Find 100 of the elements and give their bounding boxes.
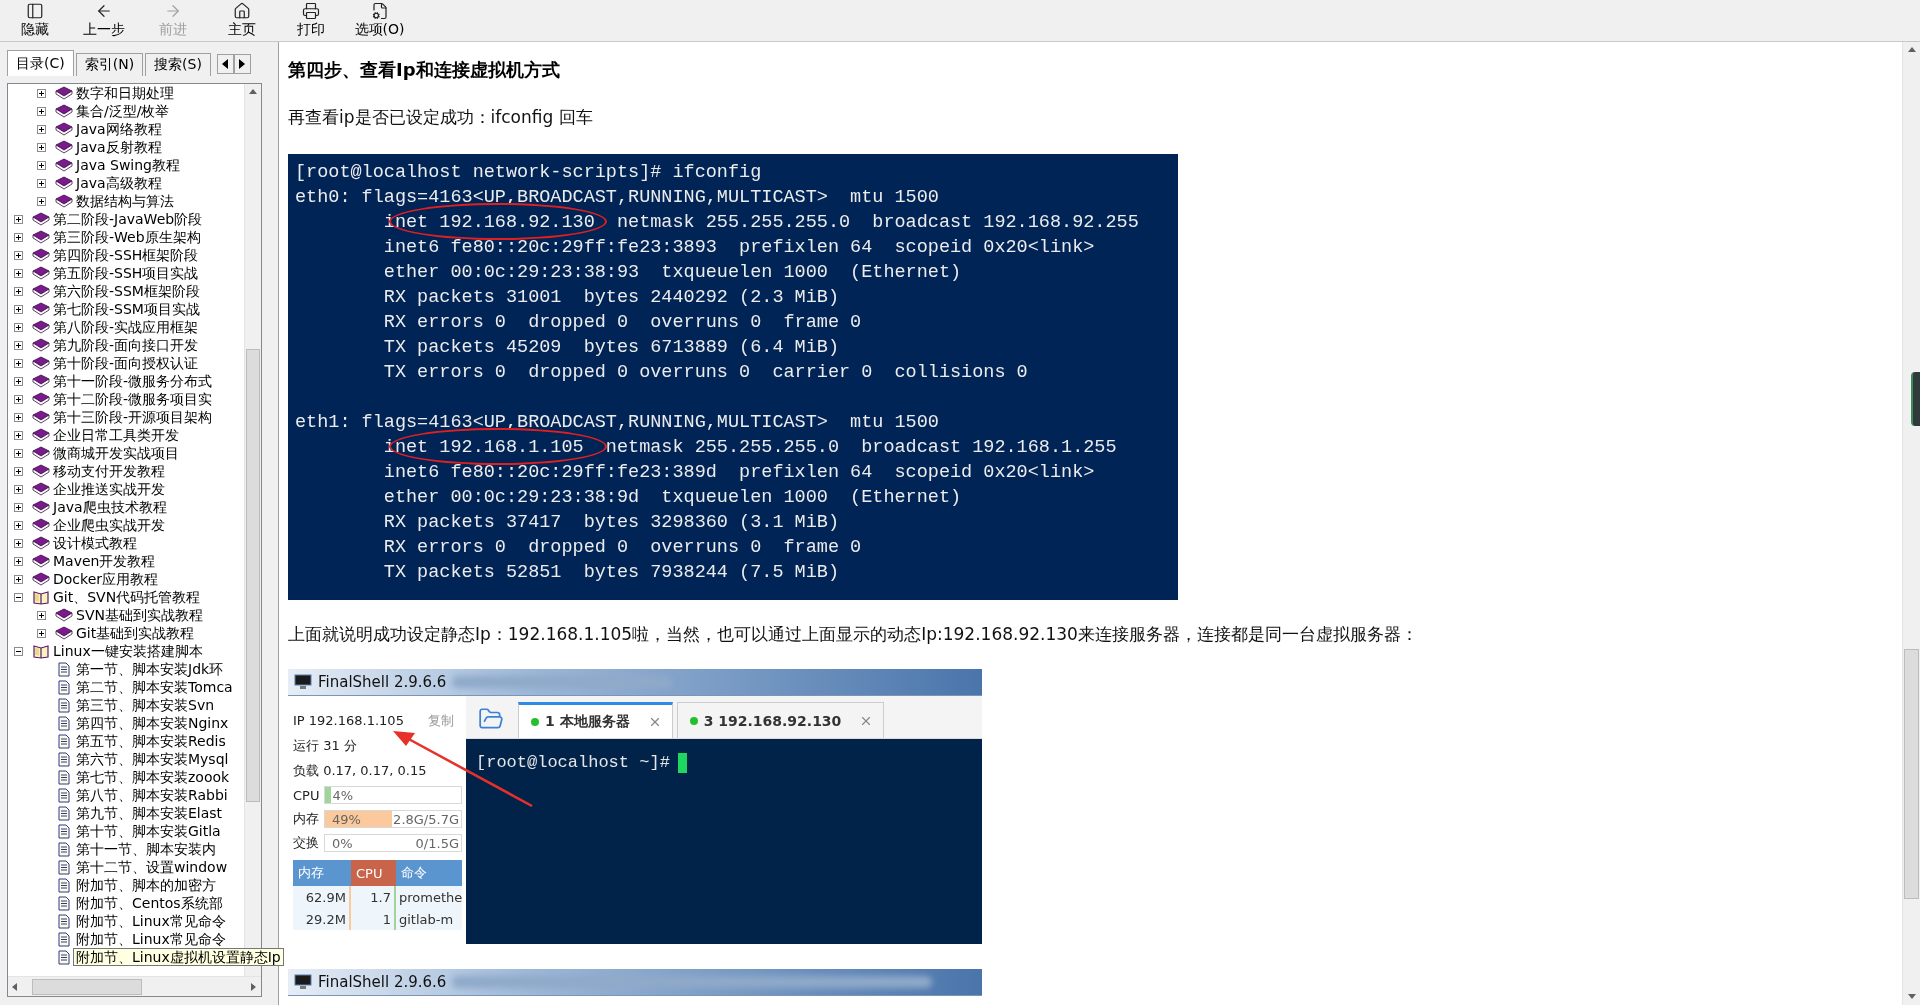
tree-item[interactable]: 数据结构与算法 (76, 193, 174, 209)
tree-item[interactable]: 第二阶段-JavaWeb阶段 (53, 211, 203, 227)
expand-icon[interactable] (37, 610, 46, 620)
tree-item[interactable]: Java反射教程 (76, 139, 162, 155)
tree-item[interactable]: Linux一键安装搭建脚本 (53, 643, 203, 659)
tree-item[interactable]: 第十节、脚本安装Gitla (76, 823, 221, 839)
tree-item[interactable]: 企业推送实战开发 (53, 481, 165, 497)
expand-icon[interactable] (14, 304, 23, 314)
tree-item[interactable]: 第十一阶段-微服务分布式 (53, 373, 213, 389)
expand-icon[interactable] (14, 556, 23, 566)
expand-icon[interactable] (14, 322, 23, 332)
tree-item[interactable]: 第二节、脚本安装Tomca (76, 679, 233, 695)
expand-icon[interactable] (37, 178, 46, 188)
expand-icon[interactable] (14, 430, 23, 440)
tree-item[interactable]: 附加节、Linux常见命令 (76, 913, 226, 929)
tree-item[interactable]: 第四节、脚本安装Nginx (76, 715, 229, 731)
nav-tab[interactable]: 索引(N) (75, 53, 144, 76)
expand-icon[interactable] (14, 268, 23, 278)
tree-item[interactable]: Git基础到实战教程 (76, 625, 195, 641)
toolbar-button[interactable]: 上一步 (69, 0, 138, 41)
tree-item[interactable]: Maven开发教程 (53, 553, 156, 569)
tree-item[interactable]: 数字和日期处理 (76, 85, 174, 101)
tree-item[interactable]: 第十三阶段-开源项目架构 (53, 409, 213, 425)
scrollbar-thumb[interactable] (32, 978, 142, 995)
tree-item[interactable]: 第九节、脚本安装Elast (76, 805, 223, 821)
tree-item[interactable]: Docker应用教程 (53, 571, 159, 587)
nav-tab[interactable]: 目录(C) (7, 50, 74, 76)
expand-icon[interactable] (14, 394, 23, 404)
toolbar-button[interactable]: 打印 (276, 0, 345, 41)
scrollbar-thumb[interactable] (1904, 649, 1919, 899)
expand-icon[interactable] (14, 574, 23, 584)
folder-icon[interactable] (478, 706, 504, 732)
scrollbar-thumb[interactable] (246, 349, 260, 802)
tree-item[interactable]: 移动支付开发教程 (53, 463, 165, 479)
expand-icon[interactable] (14, 250, 23, 260)
expand-icon[interactable] (14, 484, 23, 494)
book-icon (32, 410, 50, 424)
tree-item[interactable]: 第八节、脚本安装Rabbi (76, 787, 228, 803)
expand-icon[interactable] (14, 466, 23, 476)
tree-item[interactable]: 第七节、脚本安装zoook (76, 769, 230, 785)
tree-item[interactable]: 第十二节、设置window (76, 859, 228, 875)
expand-icon[interactable] (37, 142, 46, 152)
expand-icon[interactable] (37, 628, 46, 638)
tree-item[interactable]: 第一节、脚本安装Jdk环 (76, 661, 224, 677)
tree-item[interactable]: 第九阶段-面向接口开发 (53, 337, 199, 353)
expand-icon[interactable] (37, 124, 46, 134)
expand-icon[interactable] (37, 88, 46, 98)
tree-item[interactable]: 设计模式教程 (53, 535, 137, 551)
tree-item[interactable]: 第八阶段-实战应用框架 (53, 319, 199, 335)
session-tab[interactable]: 3 192.168.92.130 (676, 702, 885, 738)
expand-icon[interactable] (37, 160, 46, 170)
tree-item[interactable]: 第五节、脚本安装Redis (76, 733, 226, 749)
tree-item[interactable]: 微商城开发实战项目 (53, 445, 179, 461)
expand-icon[interactable] (14, 358, 23, 368)
collapse-icon[interactable] (14, 646, 23, 656)
vertical-scrollbar[interactable] (1902, 42, 1920, 1005)
tree-item[interactable]: 第三节、脚本安装Svn (76, 697, 215, 713)
tree-item[interactable]: 第十一节、脚本安装内 (76, 841, 216, 857)
tree-item[interactable]: Java高级教程 (76, 175, 162, 191)
toolbar-button[interactable]: 隐藏 (0, 0, 69, 41)
tree-item[interactable]: 第十二阶段-微服务项目实 (53, 391, 213, 407)
tree-item[interactable]: 企业爬虫实战开发 (53, 517, 165, 533)
expand-icon[interactable] (14, 214, 23, 224)
tree-item[interactable]: Java爬虫技术教程 (53, 499, 167, 515)
expand-icon[interactable] (14, 232, 23, 242)
expand-icon[interactable] (37, 106, 46, 116)
tree-item[interactable]: 第六阶段-SSM框架阶段 (53, 283, 200, 299)
tree-item[interactable]: 第六节、脚本安装Mysql (76, 751, 229, 767)
column-header[interactable]: CPU (351, 860, 396, 886)
expand-icon[interactable] (14, 502, 23, 512)
tree-item[interactable]: SVN基础到实战教程 (76, 607, 203, 623)
nav-tab[interactable]: 搜索(S) (145, 53, 211, 76)
tree-item[interactable]: 附加节、脚本的加密方 (76, 877, 216, 893)
expand-icon[interactable] (14, 448, 23, 458)
tree-item[interactable]: Java网络教程 (76, 121, 162, 137)
expand-icon[interactable] (14, 520, 23, 530)
expand-icon[interactable] (14, 376, 23, 386)
expand-icon[interactable] (14, 412, 23, 422)
tree-item[interactable]: 第七阶段-SSM项目实战 (53, 301, 200, 317)
tree-item[interactable]: 附加节、Linux常见命令 (76, 931, 226, 947)
tab-scroll-left-button[interactable] (216, 54, 234, 74)
tree-item[interactable]: 第三阶段-Web原生架构 (53, 229, 201, 245)
expand-icon[interactable] (37, 196, 46, 206)
side-handle[interactable] (1911, 372, 1920, 426)
collapse-icon[interactable] (14, 592, 23, 602)
tree-item[interactable]: 企业日常工具类开发 (53, 427, 179, 443)
tree-item[interactable]: 第五阶段-SSH项目实战 (53, 265, 199, 281)
session-tab[interactable]: 1 本地服务器 (518, 702, 673, 738)
tree-item[interactable]: 第十阶段-面向授权认证 (53, 355, 199, 371)
toolbar-button[interactable]: 主页 (207, 0, 276, 41)
tree-item[interactable]: 第四阶段-SSH框架阶段 (53, 247, 199, 263)
expand-icon[interactable] (14, 286, 23, 296)
expand-icon[interactable] (14, 538, 23, 548)
tree-item[interactable]: 集合/泛型/枚举 (76, 103, 170, 119)
tree-item[interactable]: Java Swing教程 (76, 157, 180, 173)
expand-icon[interactable] (14, 340, 23, 350)
tree-item[interactable]: 附加节、Centos系统部 (76, 895, 223, 911)
tree-item[interactable]: Git、SVN代码托管教程 (53, 589, 201, 605)
horizontal-scrollbar[interactable] (8, 976, 261, 996)
toolbar-button[interactable]: 选项(O) (345, 0, 414, 41)
